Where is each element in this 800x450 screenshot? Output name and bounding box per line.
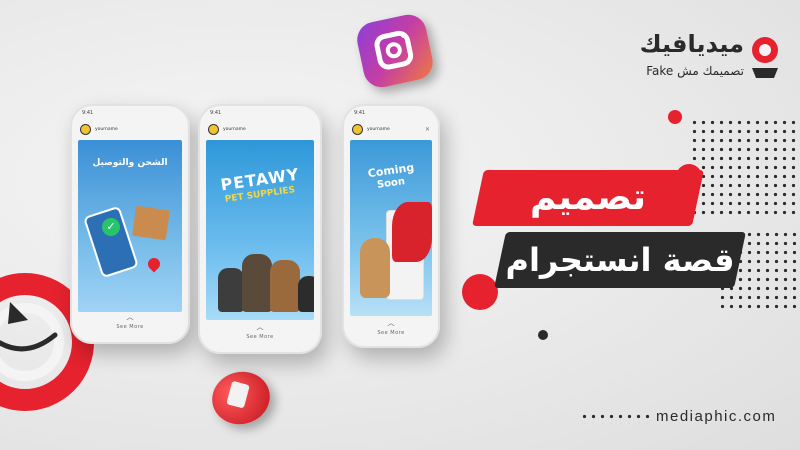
story-image-pet-supplies: PETAWY PET SUPPLIES [206, 140, 314, 320]
black-circle-decoration [538, 330, 548, 340]
close-icon[interactable]: ✕ [425, 126, 430, 133]
check-icon: ✓ [102, 218, 120, 236]
brand-logo: ميديافيك تصميمك مش Fake [616, 30, 782, 90]
red-circle-decoration [462, 274, 498, 310]
dot-pattern-top-right [690, 118, 800, 218]
brand-tagline: تصميمك مش Fake [646, 64, 744, 78]
see-more-link[interactable]: See More [342, 330, 440, 336]
phone-mockup-3: 9:41 yourname ✕ Coming Soon ︿ See More [342, 104, 440, 348]
dot-pattern-footer [580, 412, 650, 424]
status-bar: 9:41 [354, 110, 366, 116]
phone-mockup-2: 9:41 yourname PETAWY PET SUPPLIES ︿ See … [198, 104, 322, 354]
brand-name: ميديافيك [639, 30, 744, 58]
dog-graphic [360, 238, 390, 298]
story-header: yourname [208, 122, 312, 136]
avatar [80, 123, 91, 135]
story-image-shipping: الشحن والتوصيل ✓ [78, 140, 182, 312]
see-more-link[interactable]: See More [198, 334, 322, 340]
red-circle-decoration [668, 110, 682, 124]
website-url: mediaphic.com [656, 408, 777, 425]
brand-mark-icon [752, 37, 778, 78]
story-image-coming-soon: Coming Soon [350, 140, 432, 316]
see-more-link[interactable]: See More [70, 324, 190, 330]
banner-title-line1: تصميم [529, 177, 647, 218]
story-text: الشحن والتوصيل [92, 158, 168, 168]
map-pin-icon [145, 255, 163, 273]
avatar [352, 123, 363, 135]
story-header: yourname ✕ [352, 122, 430, 136]
phone-mockup-1: 9:41 yourname الشحن والتوصيل ✓ ︿ See Mor… [70, 104, 190, 344]
red-cloth-graphic [392, 202, 432, 262]
phone-graphic [83, 205, 139, 279]
chevron-up-icon: ︿ [126, 313, 134, 321]
chevron-up-icon: ︿ [256, 323, 264, 331]
avatar [208, 123, 219, 135]
status-bar: 9:41 [210, 110, 222, 116]
pets-graphic [214, 242, 314, 312]
story-header: yourname [80, 122, 180, 136]
banner-title-line2: قصة انستجرام [505, 241, 735, 279]
status-bar: 9:41 [82, 110, 94, 116]
chevron-up-icon: ︿ [387, 319, 395, 327]
username: yourname [223, 126, 246, 132]
username: yourname [95, 126, 118, 132]
username: yourname [367, 126, 390, 132]
box-graphic [132, 205, 170, 241]
